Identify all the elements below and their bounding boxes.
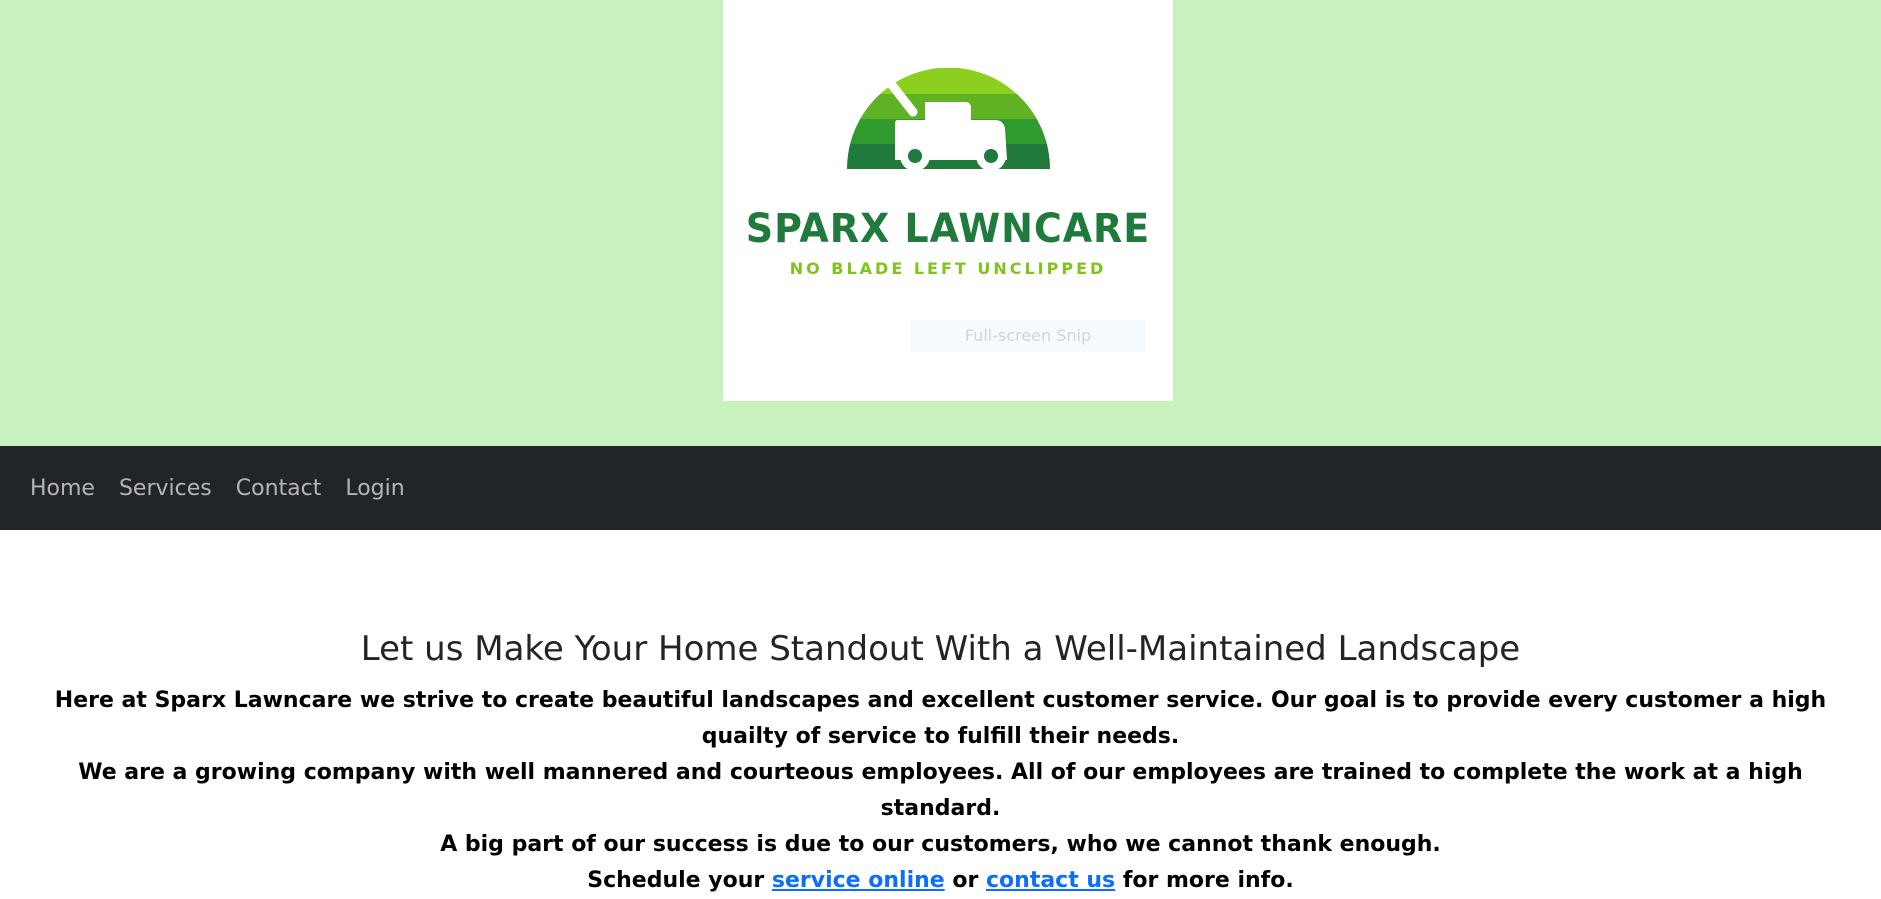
logo-card: SPARX LAWNCARE NO BLADE LEFT UNCLIPPED F…: [723, 0, 1173, 401]
schedule-line: Schedule your service online or contact …: [30, 863, 1851, 899]
nav-link-contact[interactable]: Contact: [224, 476, 334, 501]
intro-paragraph-2: We are a growing company with well manne…: [78, 760, 1803, 821]
intro-paragraph-3: A big part of our success is due to our …: [440, 832, 1441, 857]
nav-item-login: Login: [333, 476, 416, 501]
nav-link-login[interactable]: Login: [333, 476, 416, 501]
intro-paragraph-1: Here at Sparx Lawncare we strive to crea…: [54, 688, 1827, 749]
schedule-suffix: for more info.: [1115, 868, 1294, 893]
nav-item-services: Services: [107, 476, 224, 501]
lawn-mower-icon: [847, 68, 1050, 171]
intro-text: Here at Sparx Lawncare we strive to crea…: [30, 683, 1851, 899]
contact-us-link[interactable]: contact us: [986, 868, 1115, 893]
brand-tagline: NO BLADE LEFT UNCLIPPED: [789, 259, 1107, 278]
brand-name: SPARX LAWNCARE: [745, 206, 1151, 252]
nav-link-services[interactable]: Services: [107, 476, 224, 501]
nav-item-home: Home: [18, 476, 107, 501]
main-content: Let us Make Your Home Standout With a We…: [0, 530, 1881, 893]
page-heading: Let us Make Your Home Standout With a We…: [360, 629, 1521, 669]
main-navbar: Home Services Contact Login: [0, 446, 1881, 530]
service-online-link[interactable]: service online: [772, 868, 945, 893]
schedule-prefix: Schedule your: [587, 868, 772, 893]
schedule-middle: or: [944, 868, 986, 893]
snip-tooltip: Full-screen Snip: [910, 320, 1146, 352]
nav-link-home[interactable]: Home: [18, 476, 107, 501]
nav-item-contact: Contact: [224, 476, 334, 501]
hero-banner: SPARX LAWNCARE NO BLADE LEFT UNCLIPPED F…: [0, 0, 1881, 446]
nav-list: Home Services Contact Login: [18, 446, 417, 530]
